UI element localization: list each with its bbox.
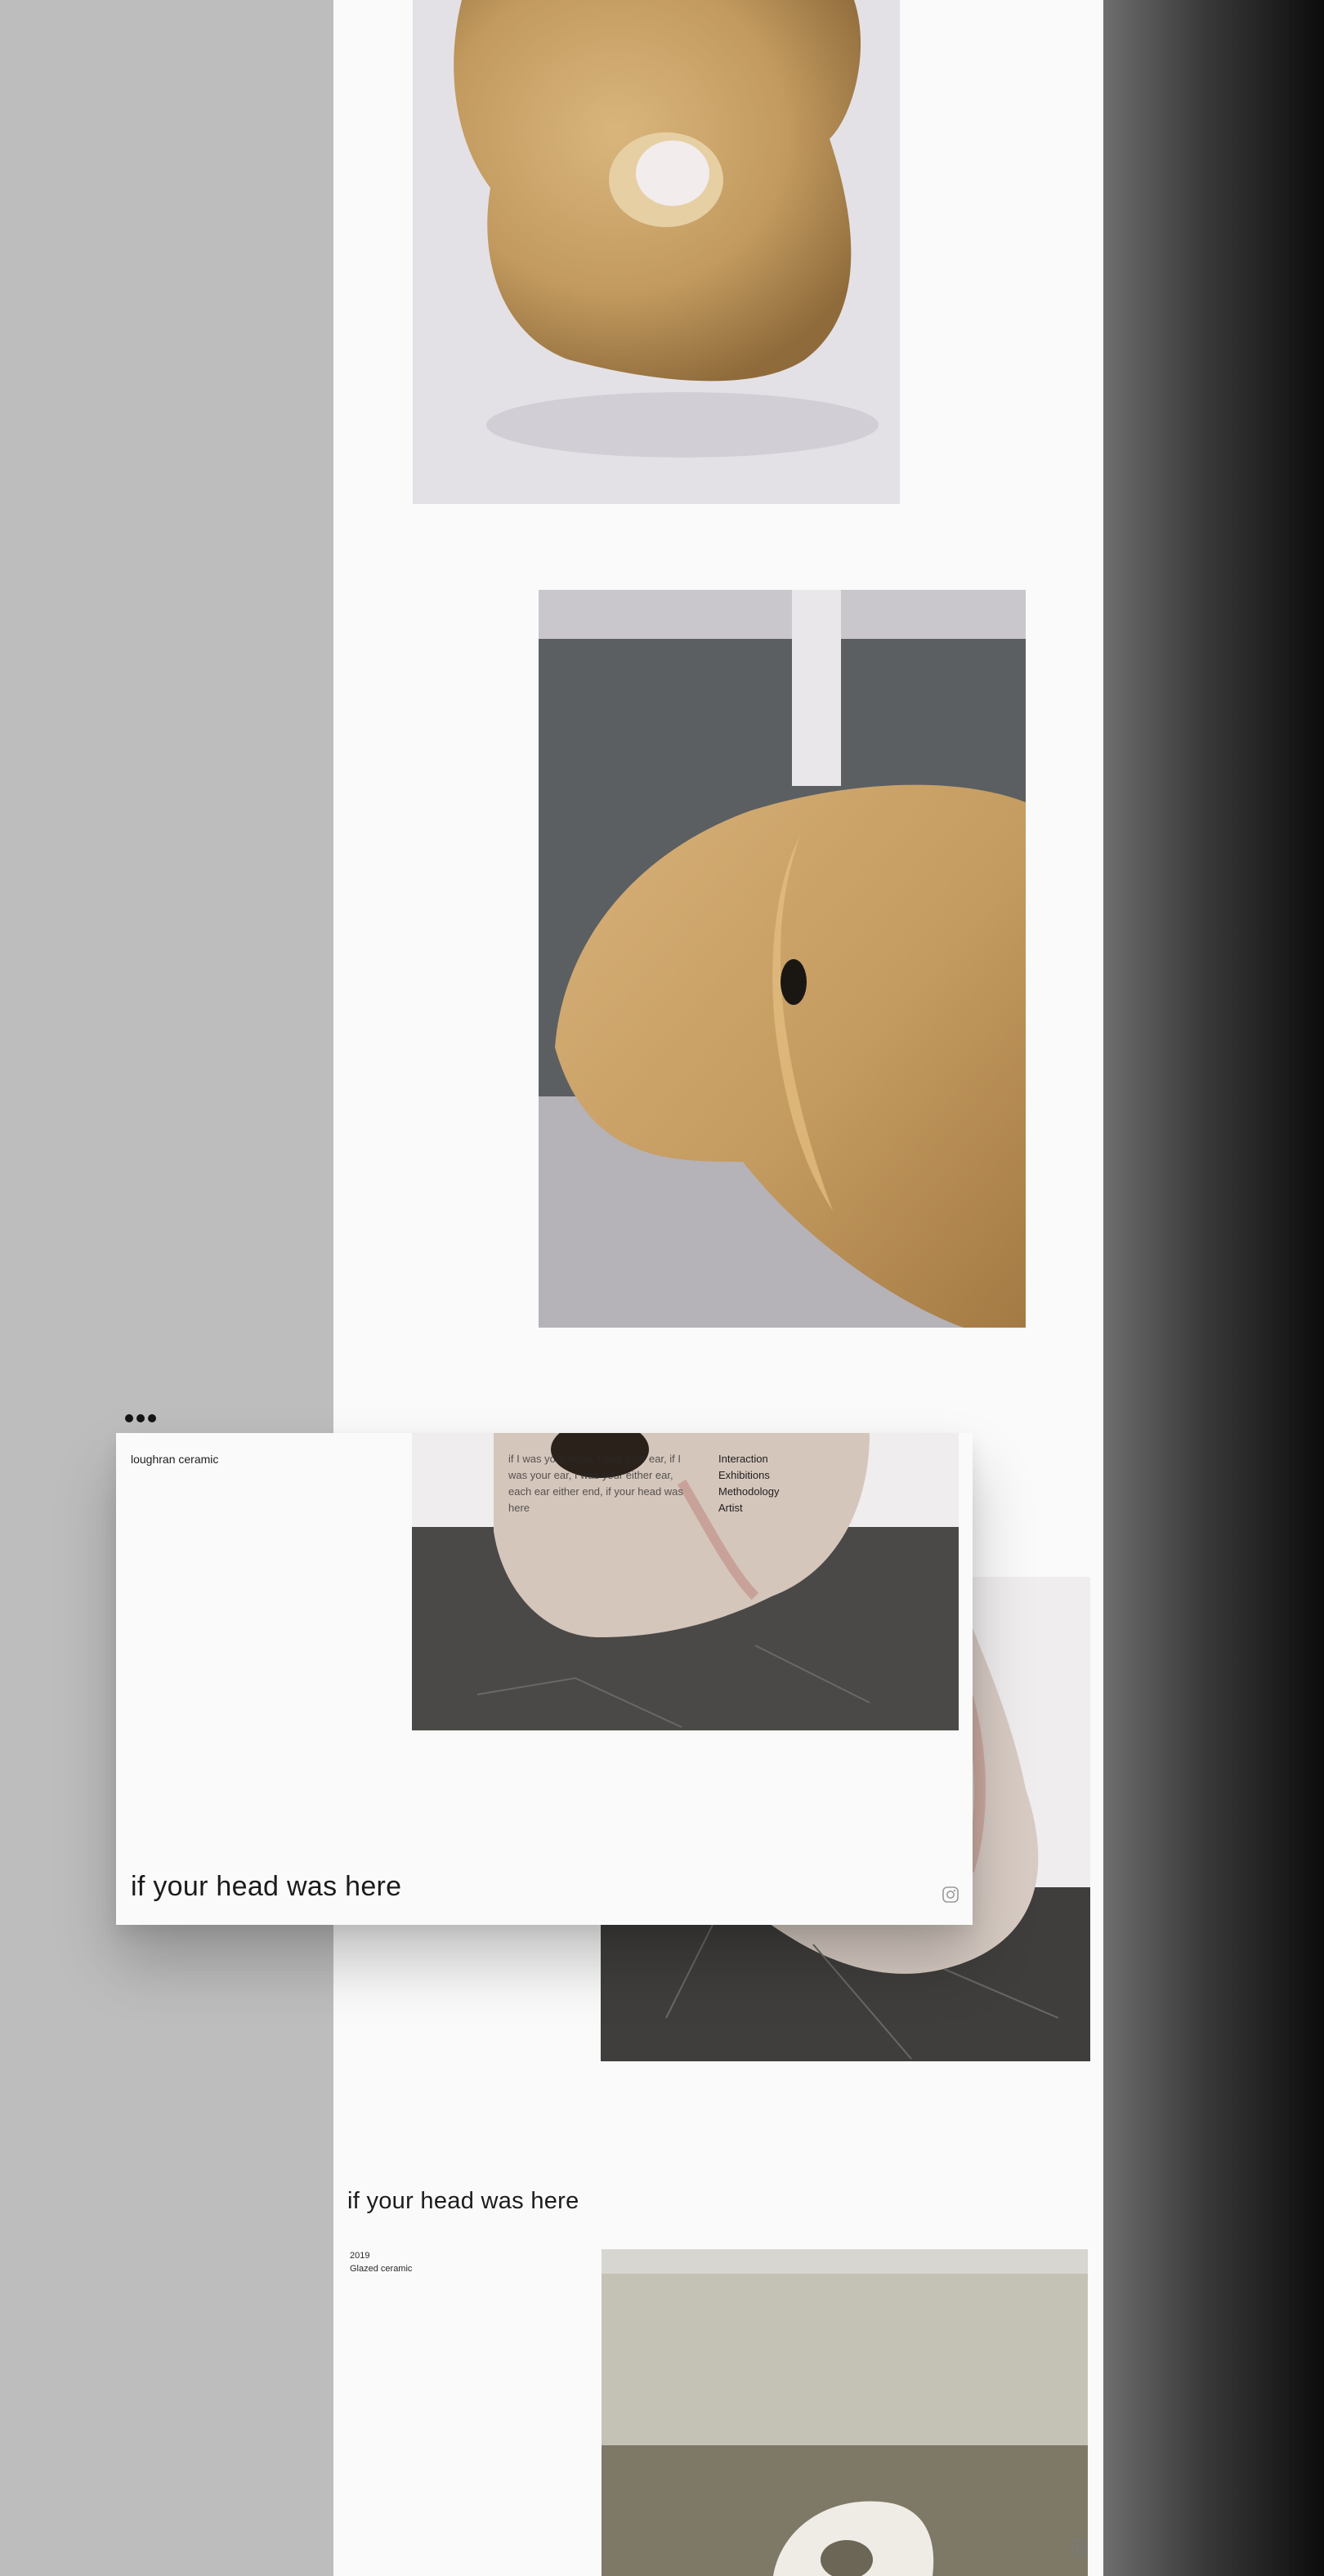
intro-text: if I was your head, I was your ear, if I…: [508, 1453, 683, 1514]
nav-link-artist[interactable]: Artist: [718, 1500, 779, 1516]
right-gradient-panel: [1103, 0, 1324, 2576]
overlay-menu-card: loughran ceramic if I was your head, I w…: [116, 1433, 973, 1925]
project-title: if your head was here: [347, 2188, 579, 2214]
project-year: 2019: [350, 2251, 370, 2261]
nav-link-exhibitions[interactable]: Exhibitions: [718, 1467, 779, 1484]
project-photo-white-ceramic: [602, 2249, 1088, 2576]
project-material: Glazed ceramic: [350, 2264, 413, 2274]
overlay-title[interactable]: if your head was here: [131, 1871, 401, 1903]
brand-link[interactable]: loughran ceramic: [131, 1453, 218, 1466]
overlay-nav: Interaction Exhibitions Methodology Arti…: [718, 1451, 779, 1516]
nav-link-methodology[interactable]: Methodology: [718, 1484, 779, 1500]
project-meta: 2019 Glazed ceramic: [350, 2249, 412, 2275]
project-photo-tan-lump: [539, 590, 1026, 1328]
instagram-icon[interactable]: [942, 1886, 959, 1904]
project-photo-tan-ring: [413, 0, 900, 504]
ellipsis-icon[interactable]: [125, 1414, 156, 1422]
instagram-icon[interactable]: [1071, 2538, 1089, 2556]
nav-link-interaction[interactable]: Interaction: [718, 1451, 779, 1467]
